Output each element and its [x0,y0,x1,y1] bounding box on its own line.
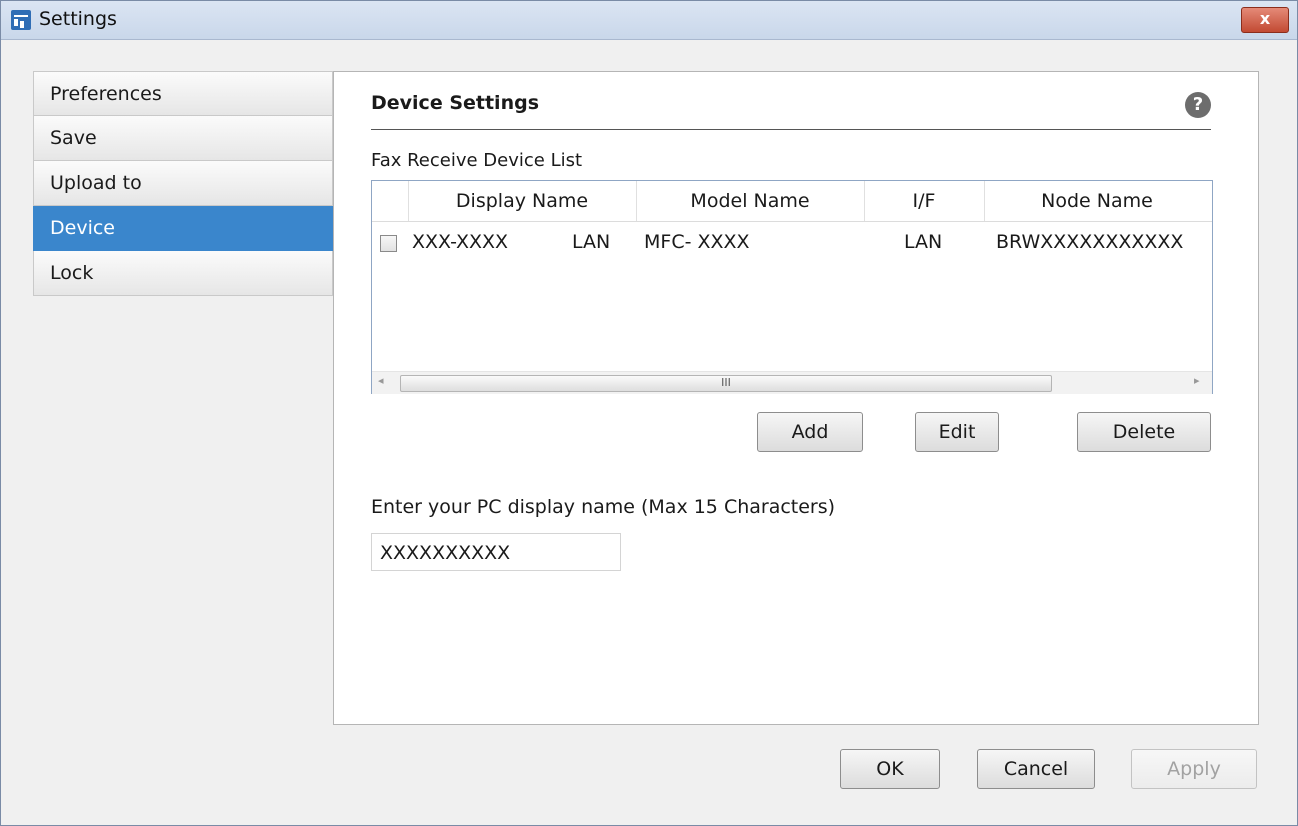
device-list-label: Fax Receive Device List [371,150,583,171]
dialog-body: Preferences Save Upload to Device Lock D… [11,49,1287,815]
device-settings-panel: Device Settings ? Fax Receive Device Lis… [333,71,1259,725]
section-title: Device Settings [371,92,540,114]
nav-item-preferences[interactable]: Preferences [33,71,333,116]
scroll-right-arrow-icon[interactable]: ▸ [1194,374,1200,387]
close-button[interactable]: x [1241,7,1289,33]
title-bar: Settings x [1,1,1297,40]
cell-node-name: BRWXXXXXXXXXXX [996,231,1184,253]
header-checkbox-column [372,181,409,221]
pc-display-name-input[interactable]: XXXXXXXXXX [371,533,621,571]
add-button[interactable]: Add [757,412,863,452]
settings-nav: Preferences Save Upload to Device Lock [33,71,333,296]
table-row[interactable]: XXX-XXXX LAN MFC- XXXX LAN BRWXXXXXXXXXX… [372,225,1212,261]
app-icon [11,10,31,30]
cancel-button[interactable]: Cancel [977,749,1095,789]
scrollbar-thumb[interactable]: III [400,375,1052,392]
apply-button[interactable]: Apply [1131,749,1257,789]
section-divider [371,129,1211,130]
cell-display-name: XXX-XXXX [412,231,509,253]
cell-display-if: LAN [572,231,611,253]
device-list-header: Display Name Model Name I/F Node Name [372,181,1212,222]
settings-window: Settings x Preferences Save Upload to De… [0,0,1298,826]
nav-item-lock[interactable]: Lock [33,251,333,296]
pc-display-name-label: Enter your PC display name (Max 15 Chara… [371,496,836,518]
nav-item-save[interactable]: Save [33,116,333,161]
horizontal-scrollbar[interactable]: ◂ III ▸ [372,371,1212,394]
column-header-model-name[interactable]: Model Name [636,181,865,221]
delete-button[interactable]: Delete [1077,412,1211,452]
column-header-node-name[interactable]: Node Name [984,181,1210,221]
nav-item-device[interactable]: Device [33,206,333,251]
help-icon[interactable]: ? [1185,92,1211,118]
column-header-display-name[interactable]: Display Name [408,181,637,221]
nav-item-upload-to[interactable]: Upload to [33,161,333,206]
fax-receive-device-list[interactable]: Display Name Model Name I/F Node Name XX… [371,180,1213,394]
row-checkbox[interactable] [380,235,397,252]
ok-button[interactable]: OK [840,749,940,789]
edit-button[interactable]: Edit [915,412,999,452]
scroll-left-arrow-icon[interactable]: ◂ [378,374,384,387]
column-header-if[interactable]: I/F [864,181,985,221]
window-title: Settings [39,8,117,30]
cell-if: LAN [904,231,943,253]
cell-model-name: MFC- XXXX [644,231,750,253]
